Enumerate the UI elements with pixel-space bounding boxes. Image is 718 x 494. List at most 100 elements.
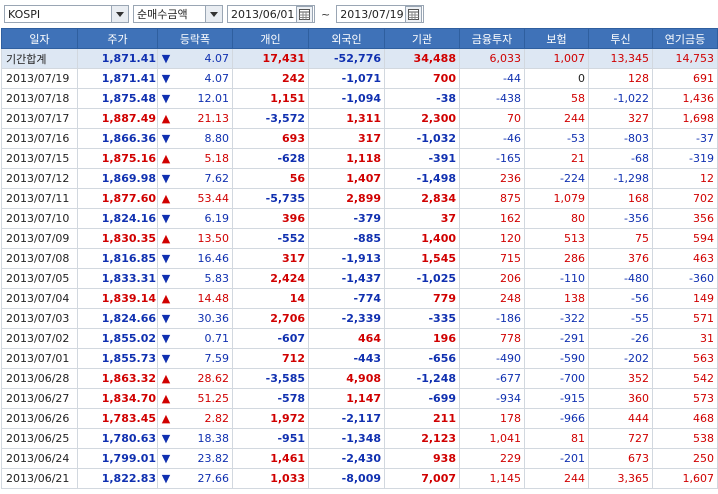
summary-row[interactable]: 기간합계 1,871.41 ▼ 4.07 17,431 -52,776 34,4…: [1, 48, 718, 69]
pension-cell: 538: [652, 428, 718, 449]
table-row[interactable]: 2013/07/15 1,875.16 ▲ 5.18 -628 1,118 -391 -165…: [1, 148, 718, 169]
column-header[interactable]: 기관: [384, 28, 460, 49]
pension-cell: 573: [652, 388, 718, 409]
down-arrow-icon: ▼: [161, 472, 171, 485]
table-row[interactable]: 2013/07/01 1,855.73 ▼ 7.59 712 -443 -656 -490 -5…: [1, 348, 718, 369]
down-arrow-icon: ▼: [161, 132, 171, 145]
fin-invest-cell: 229: [459, 448, 525, 469]
table-row[interactable]: 2013/06/21 1,822.83 ▼ 27.66 1,033 -8,009 7,007…: [1, 468, 718, 489]
column-header[interactable]: 개인: [232, 28, 309, 49]
mode-select[interactable]: 순매수금액: [133, 5, 223, 23]
institution-cell: -1,248: [384, 368, 460, 389]
up-arrow-icon: ▲: [161, 392, 171, 405]
column-header[interactable]: 외국인: [308, 28, 385, 49]
table-row[interactable]: 2013/06/24 1,799.01 ▼ 23.82 1,461 -2,430 938 22…: [1, 448, 718, 469]
change-value: 14.48: [197, 292, 230, 305]
table-row[interactable]: 2013/07/02 1,855.02 ▼ 0.71 -607 464 196 778 -291…: [1, 328, 718, 349]
column-header[interactable]: 보험: [524, 28, 589, 49]
individual-cell: 56: [232, 168, 309, 189]
down-arrow-icon: ▼: [161, 252, 171, 265]
market-select[interactable]: KOSPI: [4, 5, 129, 23]
table-row[interactable]: 2013/07/18 1,875.48 ▼ 12.01 1,151 -1,094 -38 -4…: [1, 88, 718, 109]
date-cell: 2013/07/15: [1, 148, 78, 169]
price-cell: 1,875.16: [77, 148, 158, 169]
table-row[interactable]: 2013/07/04 1,839.14 ▲ 14.48 14 -774 779 248 138-…: [1, 288, 718, 309]
fin-invest-cell: 715: [459, 248, 525, 269]
down-arrow-icon: ▼: [161, 352, 171, 365]
table-row[interactable]: 2013/07/11 1,877.60 ▲ 53.44 -5,735 2,899 2,834…: [1, 188, 718, 209]
date-cell: 2013/07/09: [1, 228, 78, 249]
change-cell: ▲ 5.18: [157, 148, 233, 169]
foreign-cell: -379: [308, 208, 385, 229]
pension-cell: 463: [652, 248, 718, 269]
table-row[interactable]: 2013/07/05 1,833.31 ▼ 5.83 2,424 -1,437 -1,025…: [1, 268, 718, 289]
insurance-cell: -110: [524, 268, 589, 289]
insurance-cell: 58: [524, 88, 589, 109]
table-row[interactable]: 2013/06/27 1,834.70 ▲ 51.25 -578 1,147 -699 -93…: [1, 388, 718, 409]
table-row[interactable]: 2013/07/17 1,887.49 ▲ 21.13 -3,572 1,311 2,300…: [1, 108, 718, 129]
fin-invest-cell: 206: [459, 268, 525, 289]
price-cell: 1,866.36: [77, 128, 158, 149]
individual-cell: 712: [232, 348, 309, 369]
trust-cell: -68: [588, 148, 653, 169]
table-row[interactable]: 2013/07/08 1,816.85 ▼ 16.46 317 -1,913 1,545 71…: [1, 248, 718, 269]
insurance-cell: 286: [524, 248, 589, 269]
foreign-cell: -2,339: [308, 308, 385, 329]
table-row[interactable]: 2013/06/25 1,780.63 ▼ 18.38 -951 -1,348 2,123 1…: [1, 428, 718, 449]
foreign-cell: 1,311: [308, 108, 385, 129]
chevron-down-icon[interactable]: [205, 6, 222, 22]
calendar-icon[interactable]: [405, 5, 423, 23]
date-to-field[interactable]: 2013/07/19: [336, 5, 425, 23]
column-header[interactable]: 주가: [77, 28, 158, 49]
column-header[interactable]: 투신: [588, 28, 653, 49]
date-cell: 2013/07/02: [1, 328, 78, 349]
pension-cell: 250: [652, 448, 718, 469]
table-row[interactable]: 2013/07/19 1,871.41 ▼ 4.07 242 -1,071 700 -44 0 1…: [1, 68, 718, 89]
table-row[interactable]: 2013/06/26 1,783.45 ▲ 2.82 1,972 -2,117 211 178…: [1, 408, 718, 429]
table-row[interactable]: 2013/07/10 1,824.16 ▼ 6.19 396 -379 37 162 80 -35…: [1, 208, 718, 229]
price-cell: 1,871.41: [77, 48, 158, 69]
change-cell: ▼ 16.46: [157, 248, 233, 269]
institution-cell: -38: [384, 88, 460, 109]
fin-invest-cell: 178: [459, 408, 525, 429]
column-header[interactable]: 연기금등: [652, 28, 718, 49]
fin-invest-cell: -438: [459, 88, 525, 109]
up-arrow-icon: ▲: [161, 292, 171, 305]
calendar-icon[interactable]: [296, 5, 313, 23]
chevron-down-icon[interactable]: [111, 6, 128, 22]
institution-cell: 37: [384, 208, 460, 229]
institution-cell: -699: [384, 388, 460, 409]
institution-cell: 2,123: [384, 428, 460, 449]
institution-cell: 1,400: [384, 228, 460, 249]
individual-cell: -578: [232, 388, 309, 409]
institution-cell: 938: [384, 448, 460, 469]
change-value: 13.50: [197, 232, 230, 245]
table-row[interactable]: 2013/07/12 1,869.98 ▼ 7.62 56 1,407 -1,498 236-…: [1, 168, 718, 189]
date-from-field[interactable]: 2013/06/01: [227, 5, 315, 23]
date-cell: 2013/07/04: [1, 288, 78, 309]
table-row[interactable]: 2013/06/28 1,863.32 ▲ 28.62 -3,585 4,908 -1,24…: [1, 368, 718, 389]
individual-cell: 1,972: [232, 408, 309, 429]
table-row[interactable]: 2013/07/16 1,866.36 ▼ 8.80 693 317 -1,032 -46 -5…: [1, 128, 718, 149]
pension-cell: 702: [652, 188, 718, 209]
table-row[interactable]: 2013/07/03 1,824.66 ▼ 30.36 2,706 -2,339 -335-…: [1, 308, 718, 329]
column-header[interactable]: 일자: [1, 28, 78, 49]
price-cell: 1,780.63: [77, 428, 158, 449]
up-arrow-icon: ▲: [161, 152, 171, 165]
individual-cell: -552: [232, 228, 309, 249]
column-header[interactable]: 금융투자: [459, 28, 525, 49]
column-header[interactable]: 등락폭: [157, 28, 233, 49]
foreign-cell: 2,899: [308, 188, 385, 209]
price-cell: 1,833.31: [77, 268, 158, 289]
down-arrow-icon: ▼: [161, 52, 171, 65]
trust-cell: 75: [588, 228, 653, 249]
table-row[interactable]: 2013/07/09 1,830.35 ▲ 13.50 -552 -885 1,400 120…: [1, 228, 718, 249]
trust-cell: 376: [588, 248, 653, 269]
trust-cell: 13,345: [588, 48, 653, 69]
individual-cell: 1,461: [232, 448, 309, 469]
fin-invest-cell: -934: [459, 388, 525, 409]
toolbar: KOSPI 순매수금액 2013/06/01 ~ 2013/07/19: [0, 0, 718, 28]
trust-cell: -803: [588, 128, 653, 149]
up-arrow-icon: ▲: [161, 192, 171, 205]
trust-cell: -480: [588, 268, 653, 289]
